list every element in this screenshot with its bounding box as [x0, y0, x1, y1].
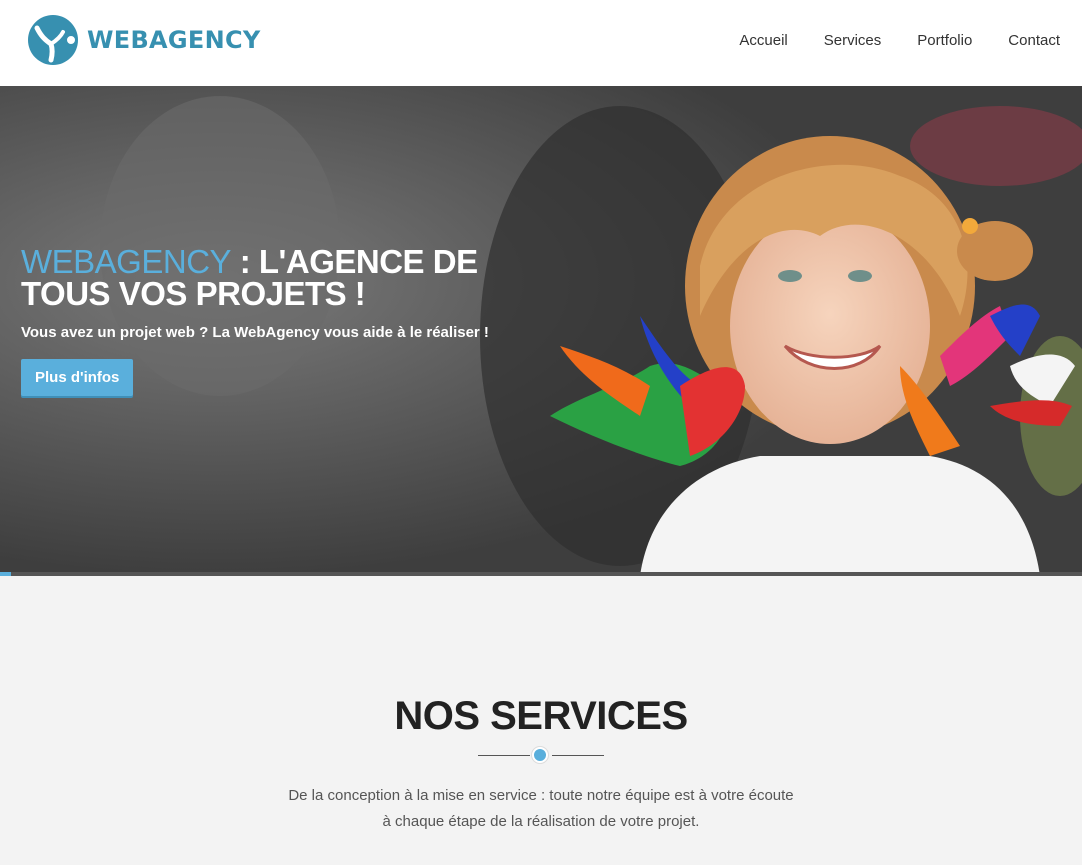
main-nav: Accueil Services Portfolio Contact: [739, 31, 1060, 51]
services-description-line-2: à chaque étape de la réalisation de votr…: [382, 813, 700, 830]
hero-subtitle: Vous avez un projet web ? La WebAgency v…: [21, 324, 489, 341]
hero-content: WEBAGENCY : L'AGENCE DE TOUS VOS PROJETS…: [21, 245, 541, 396]
section-divider: [478, 747, 604, 765]
services-description-line-1: De la conception à la mise en service : …: [288, 787, 794, 804]
services-section: NOS SERVICES De la conception à la mise …: [0, 576, 1082, 835]
more-info-button[interactable]: Plus d'infos: [21, 359, 134, 396]
divider-line-left: [478, 755, 530, 756]
divider-line-right: [552, 755, 604, 756]
slider-progress-fill: [0, 572, 11, 576]
hero-title: WEBAGENCY : L'AGENCE DE TOUS VOS PROJETS…: [21, 245, 541, 310]
nav-item-contact[interactable]: Contact: [1008, 31, 1060, 51]
divider-dot-icon: [532, 747, 548, 763]
site-header: WEBAGENCY Accueil Services Portfolio Con…: [0, 0, 1082, 86]
logo-icon: [28, 15, 78, 65]
nav-item-portfolio[interactable]: Portfolio: [917, 31, 972, 51]
nav-item-accueil[interactable]: Accueil: [739, 31, 787, 51]
hero-banner: WEBAGENCY : L'AGENCE DE TOUS VOS PROJETS…: [0, 86, 1082, 576]
logo-link[interactable]: WEBAGENCY: [27, 14, 261, 66]
logo-text: WEBAGENCY: [87, 26, 261, 54]
services-title: NOS SERVICES: [394, 694, 688, 738]
slider-progress-bar: [0, 572, 1082, 576]
nav-item-services[interactable]: Services: [824, 31, 882, 51]
services-description: De la conception à la mise en service : …: [281, 783, 801, 835]
